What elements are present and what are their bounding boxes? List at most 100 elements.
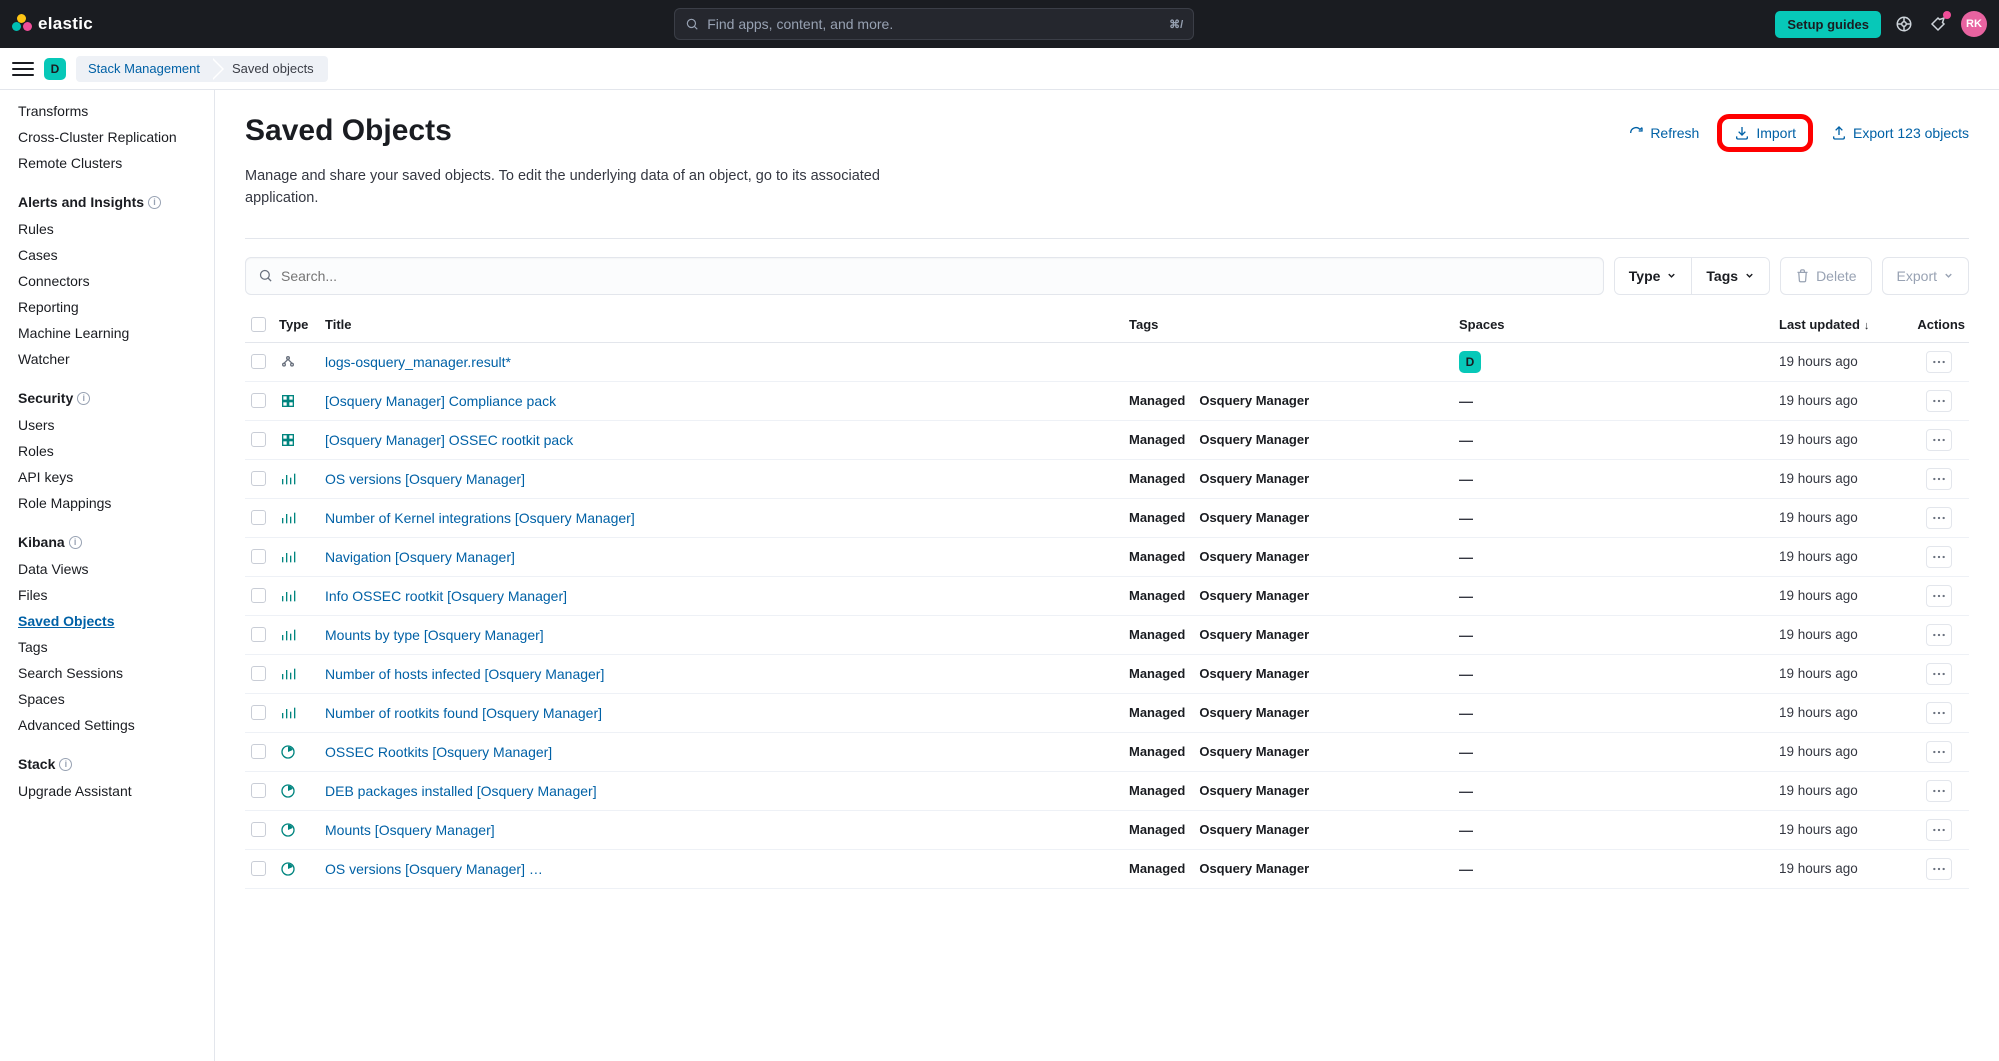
sidebar-item[interactable]: Cases xyxy=(0,242,214,268)
sidebar-item[interactable]: Spaces xyxy=(0,686,214,712)
row-checkbox[interactable] xyxy=(251,627,266,642)
sidebar-item[interactable]: Tags xyxy=(0,634,214,660)
row-actions-button[interactable] xyxy=(1926,351,1952,373)
user-avatar[interactable]: RK xyxy=(1961,11,1987,37)
row-checkbox[interactable] xyxy=(251,705,266,720)
global-search[interactable]: Find apps, content, and more. ⌘/ xyxy=(674,8,1194,40)
sidebar-item[interactable]: Connectors xyxy=(0,268,214,294)
row-checkbox[interactable] xyxy=(251,744,266,759)
tag-managed: Managed xyxy=(1129,666,1185,681)
sidebar-item[interactable]: Remote Clusters xyxy=(0,150,214,176)
sidebar-item[interactable]: Role Mappings xyxy=(0,490,214,516)
space-badge[interactable]: D xyxy=(1459,351,1481,373)
col-last-updated[interactable]: Last updated↓ xyxy=(1779,317,1909,332)
object-title-link[interactable]: Number of hosts infected [Osquery Manage… xyxy=(325,666,1129,682)
sidebar-item[interactable]: Roles xyxy=(0,438,214,464)
space-selector[interactable]: D xyxy=(44,58,66,80)
nav-toggle-icon[interactable] xyxy=(12,58,34,80)
row-actions-button[interactable] xyxy=(1926,819,1952,841)
sidebar-item[interactable]: Upgrade Assistant xyxy=(0,778,214,804)
filter-tags[interactable]: Tags xyxy=(1691,258,1769,294)
last-updated: 19 hours ago xyxy=(1779,354,1909,369)
row-actions-button[interactable] xyxy=(1926,390,1952,412)
space-dash: — xyxy=(1459,471,1473,487)
tag-managed: Managed xyxy=(1129,588,1185,603)
object-title-link[interactable]: Number of Kernel integrations [Osquery M… xyxy=(325,510,1129,526)
row-actions-button[interactable] xyxy=(1926,780,1952,802)
space-dash: — xyxy=(1459,549,1473,565)
row-actions-button[interactable] xyxy=(1926,663,1952,685)
space-dash: — xyxy=(1459,627,1473,643)
row-actions-button[interactable] xyxy=(1926,429,1952,451)
newsfeed-icon[interactable] xyxy=(1927,13,1949,35)
object-title-link[interactable]: OS versions [Osquery Manager] … xyxy=(325,861,1129,877)
object-title-link[interactable]: DEB packages installed [Osquery Manager] xyxy=(325,783,1129,799)
object-title-link[interactable]: Mounts [Osquery Manager] xyxy=(325,822,1129,838)
setup-guides-button[interactable]: Setup guides xyxy=(1775,11,1881,38)
row-actions-button[interactable] xyxy=(1926,624,1952,646)
object-title-link[interactable]: Navigation [Osquery Manager] xyxy=(325,549,1129,565)
row-actions-button[interactable] xyxy=(1926,546,1952,568)
sidebar-item[interactable]: Reporting xyxy=(0,294,214,320)
brand-text: elastic xyxy=(38,14,93,34)
search-icon xyxy=(685,17,699,31)
row-checkbox[interactable] xyxy=(251,783,266,798)
import-button[interactable]: Import xyxy=(1717,114,1813,152)
export-all-button[interactable]: Export 123 objects xyxy=(1831,125,1969,141)
sidebar-item[interactable]: Search Sessions xyxy=(0,660,214,686)
type-icon xyxy=(279,782,297,800)
object-title-link[interactable]: OSSEC Rootkits [Osquery Manager] xyxy=(325,744,1129,760)
select-all-checkbox[interactable] xyxy=(251,317,266,332)
space-dash: — xyxy=(1459,588,1473,604)
row-checkbox[interactable] xyxy=(251,822,266,837)
row-checkbox[interactable] xyxy=(251,588,266,603)
row-checkbox[interactable] xyxy=(251,666,266,681)
row-checkbox[interactable] xyxy=(251,861,266,876)
row-actions-button[interactable] xyxy=(1926,507,1952,529)
object-title-link[interactable]: Info OSSEC rootkit [Osquery Manager] xyxy=(325,588,1129,604)
object-title-link[interactable]: [Osquery Manager] OSSEC rootkit pack xyxy=(325,432,1129,448)
breadcrumb-stack-management[interactable]: Stack Management xyxy=(76,56,214,82)
delete-button[interactable]: Delete xyxy=(1780,257,1871,295)
objects-search[interactable] xyxy=(245,257,1604,295)
sidebar-item[interactable]: Rules xyxy=(0,216,214,242)
objects-search-input[interactable] xyxy=(281,268,1591,284)
tags-cell: ManagedOsquery Manager xyxy=(1129,510,1459,525)
sidebar-item[interactable]: Users xyxy=(0,412,214,438)
object-title-link[interactable]: logs-osquery_manager.result* xyxy=(325,354,1129,370)
refresh-button[interactable]: Refresh xyxy=(1628,125,1699,141)
row-checkbox[interactable] xyxy=(251,510,266,525)
object-title-link[interactable]: Mounts by type [Osquery Manager] xyxy=(325,627,1129,643)
col-actions: Actions xyxy=(1909,317,1969,332)
row-actions-button[interactable] xyxy=(1926,702,1952,724)
tag-managed: Managed xyxy=(1129,393,1185,408)
export-button[interactable]: Export xyxy=(1882,257,1969,295)
help-icon[interactable] xyxy=(1893,13,1915,35)
sidebar-item[interactable]: API keys xyxy=(0,464,214,490)
sidebar-item[interactable]: Machine Learning xyxy=(0,320,214,346)
sidebar-item[interactable]: Advanced Settings xyxy=(0,712,214,738)
row-actions-button[interactable] xyxy=(1926,585,1952,607)
row-checkbox[interactable] xyxy=(251,393,266,408)
row-checkbox[interactable] xyxy=(251,549,266,564)
row-checkbox[interactable] xyxy=(251,354,266,369)
brand-logo[interactable]: elastic xyxy=(12,14,93,34)
row-actions-button[interactable] xyxy=(1926,741,1952,763)
sidebar-item[interactable]: Saved Objects xyxy=(0,608,214,634)
tag-app: Osquery Manager xyxy=(1199,510,1309,525)
sidebar-item[interactable]: Watcher xyxy=(0,346,214,372)
filter-type[interactable]: Type xyxy=(1615,258,1692,294)
object-title-link[interactable]: [Osquery Manager] Compliance pack xyxy=(325,393,1129,409)
sidebar-item[interactable]: Data Views xyxy=(0,556,214,582)
sidebar-item[interactable]: Files xyxy=(0,582,214,608)
tag-managed: Managed xyxy=(1129,783,1185,798)
object-title-link[interactable]: Number of rootkits found [Osquery Manage… xyxy=(325,705,1129,721)
tag-app: Osquery Manager xyxy=(1199,393,1309,408)
sidebar-item[interactable]: Transforms xyxy=(0,98,214,124)
row-checkbox[interactable] xyxy=(251,471,266,486)
sidebar-item[interactable]: Cross-Cluster Replication xyxy=(0,124,214,150)
row-checkbox[interactable] xyxy=(251,432,266,447)
object-title-link[interactable]: OS versions [Osquery Manager] xyxy=(325,471,1129,487)
row-actions-button[interactable] xyxy=(1926,858,1952,880)
row-actions-button[interactable] xyxy=(1926,468,1952,490)
